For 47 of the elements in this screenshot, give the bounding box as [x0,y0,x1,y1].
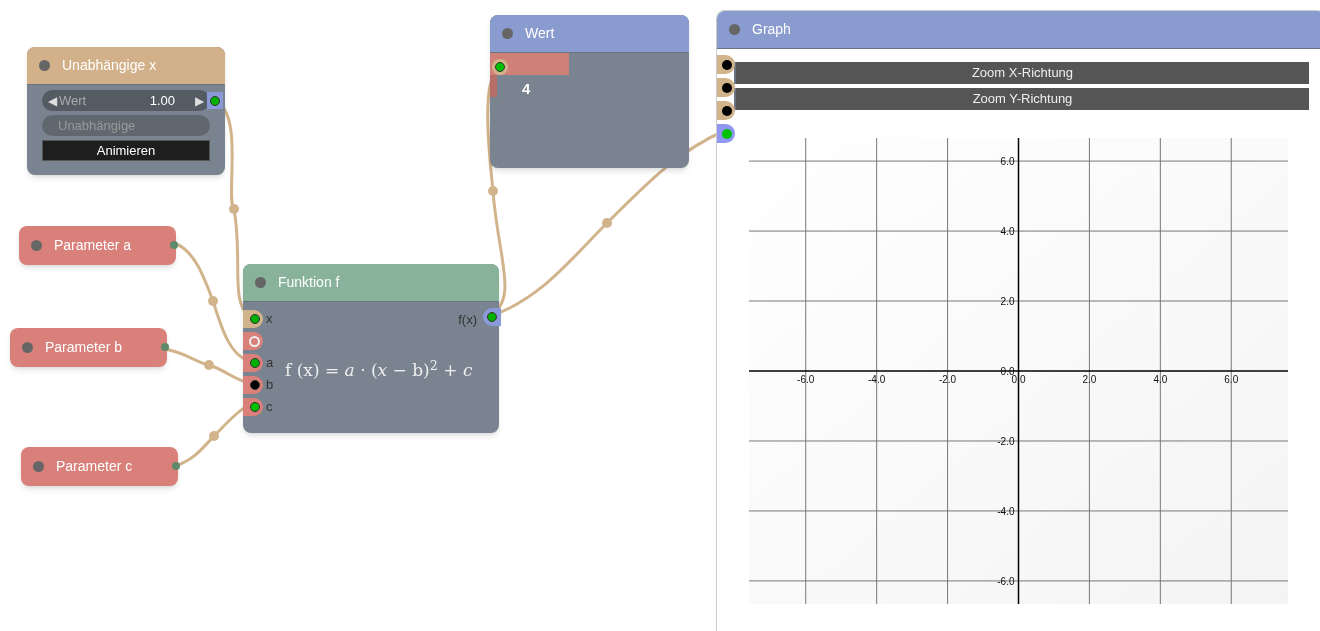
empty-port-icon [249,335,260,347]
node-title: Unabhängige x [62,56,157,75]
port-tab[interactable] [717,101,735,120]
port-tab[interactable] [717,78,735,97]
port-icon[interactable] [495,62,505,72]
port-icon[interactable] [172,462,180,470]
tick-label: -6.0 [797,374,815,385]
decrement-button[interactable]: ◀ [48,91,57,110]
port-label: f(x) [458,311,477,329]
port-tab[interactable] [717,55,735,74]
value-text: 4 [522,79,531,99]
zoom-button[interactable]: Zoom X-Richtung [734,62,1309,84]
node-title: Parameter a [54,236,132,255]
port-icon[interactable] [487,312,497,322]
animate-button[interactable]: Animieren [42,140,210,161]
node-title: Graph [752,20,791,39]
node-title: Parameter b [45,338,123,357]
port-label: c [266,398,273,417]
port-icon[interactable] [170,241,178,249]
tick-label: -2.0 [997,435,1015,447]
tick-label: 4.0 [1153,374,1168,385]
stepper-value: 1.00 [149,91,175,110]
port-tab[interactable] [243,376,263,394]
formula-text: f (x) = a · (x − b)$^{2}$ + c [285,358,473,382]
port-label: a [266,354,274,373]
tick-label: 2.0 [1082,374,1097,385]
node-title: Wert [525,24,555,43]
node-title: Parameter c [56,457,133,476]
tick-label: 2.0 [1000,296,1015,308]
name-field[interactable]: Unabhängige [42,115,210,136]
value-bar-edge [490,75,497,97]
stepper-label: Wert [59,91,87,110]
tick-label: 6.0 [1224,374,1239,385]
port-label: b [266,376,274,395]
tick-label: -4.0 [997,505,1015,517]
tick-label: 4.0 [1000,226,1015,238]
node-title: Funktion f [278,273,340,292]
port-label: x [266,310,273,329]
tick-label: -4.0 [868,374,886,385]
tick-label: 6.0 [1000,156,1015,168]
port-icon[interactable] [210,95,220,106]
port-icon[interactable] [161,343,169,351]
zoom-button[interactable]: Zoom Y-Richtung [734,88,1309,110]
value-stepper[interactable]: ◀Wert 1.00 ▶ [42,90,210,111]
increment-button[interactable]: ▶ [195,91,204,110]
tick-label: -2.0 [938,374,957,385]
tick-label: -6.0 [997,575,1015,587]
